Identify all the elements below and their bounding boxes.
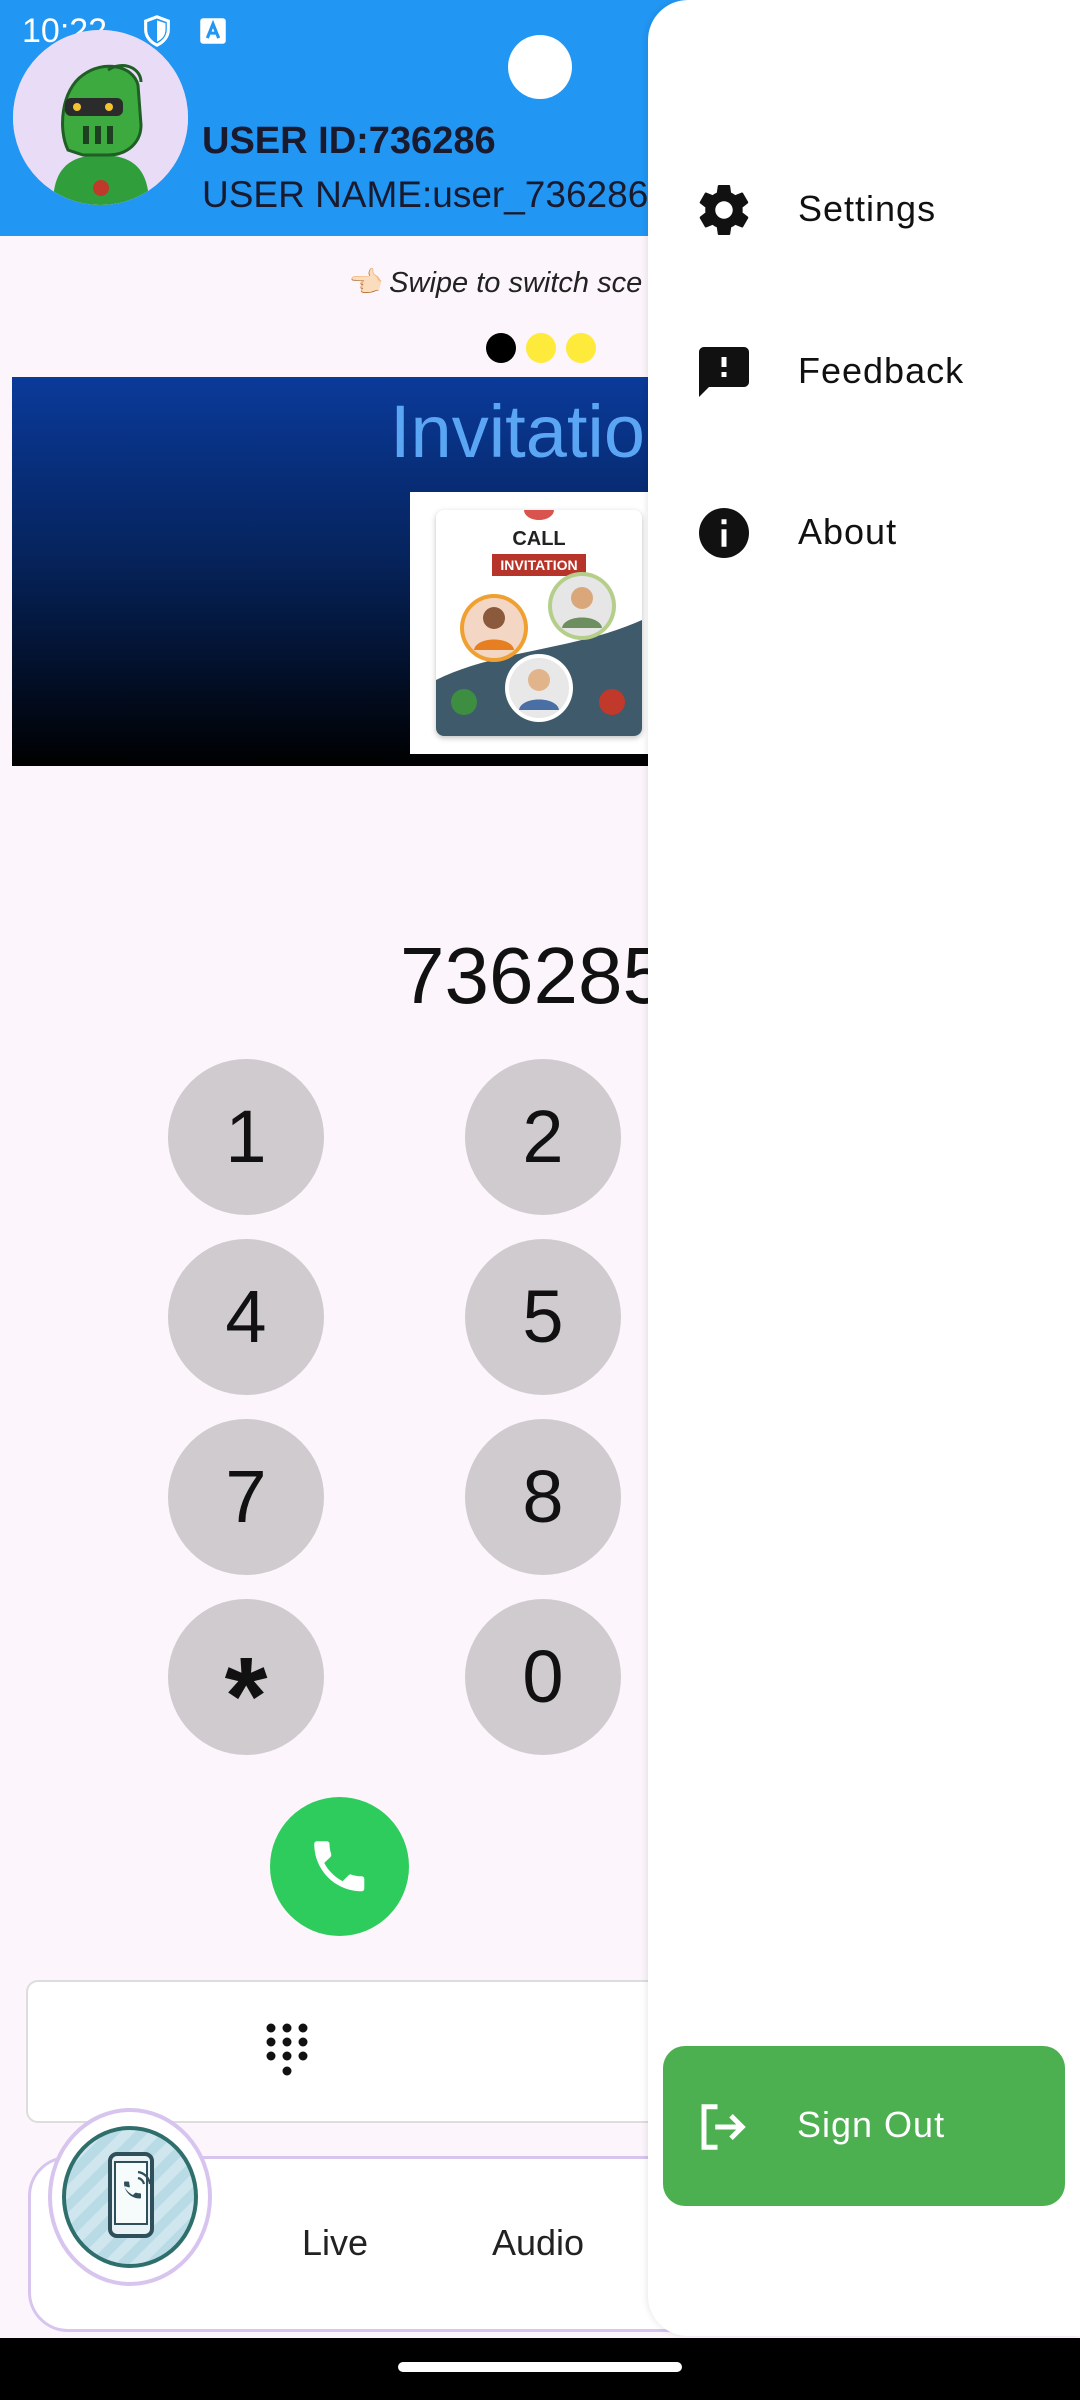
swipe-hint: 👈🏻 Swipe to switch sce	[345, 267, 643, 299]
key-4[interactable]: 4	[168, 1239, 324, 1395]
nav-item-live[interactable]: Live	[302, 2222, 368, 2264]
app-screen: 10:22 USER ID:736286 USER NAME:user_7362…	[0, 0, 1080, 2400]
call-scene-button[interactable]	[48, 2108, 212, 2286]
avatar[interactable]	[13, 30, 188, 205]
camera-cutout	[508, 35, 572, 99]
smartphone-call-icon	[108, 2152, 154, 2238]
gear-icon	[699, 185, 749, 236]
dialpad-icon	[266, 2023, 308, 2076]
key-1[interactable]: 1	[168, 1059, 324, 1215]
people-illustration	[436, 572, 642, 736]
page-indicator-dot[interactable]	[566, 333, 596, 363]
banner-title: Invitatio	[390, 390, 646, 473]
text-a-icon	[200, 18, 226, 44]
sign-out-button[interactable]: Sign Out	[663, 2046, 1065, 2206]
keypad-toggle-bar[interactable]	[26, 1980, 726, 2123]
drawer-item-label: Settings	[798, 188, 937, 229]
feedback-icon	[699, 347, 749, 397]
drawer-item-about[interactable]: About	[648, 473, 1080, 593]
side-drawer: Settings Feedback About Sign Out	[648, 0, 1080, 2336]
info-icon	[699, 508, 749, 558]
key-2[interactable]: 2	[465, 1059, 621, 1215]
logout-icon	[701, 2104, 746, 2150]
phone-icon	[314, 1841, 365, 1892]
drawer-item-settings[interactable]: Settings	[648, 150, 1080, 270]
invitation-card: CALL INVITATION	[436, 510, 642, 736]
robot-avatar-icon	[13, 30, 188, 205]
key-8[interactable]: 8	[465, 1419, 621, 1575]
drawer-item-label: About	[798, 511, 898, 552]
user-id-label: USER ID:736286	[202, 120, 496, 162]
drawer-item-feedback[interactable]: Feedback	[648, 312, 1080, 432]
call-button[interactable]	[270, 1797, 409, 1936]
home-indicator[interactable]	[398, 2362, 682, 2372]
invitation-card-image: CALL INVITATION	[410, 492, 670, 754]
call-scene-icon-bg	[62, 2126, 198, 2268]
invitation-banner[interactable]: Invitatio CALL INVITATION	[12, 377, 712, 766]
page-indicator-dot[interactable]	[486, 333, 516, 363]
key-5[interactable]: 5	[465, 1239, 621, 1395]
key-7[interactable]: 7	[168, 1419, 324, 1575]
page-indicator-dot[interactable]	[526, 333, 556, 363]
drawer-item-label: Feedback	[798, 350, 965, 391]
nav-item-audio[interactable]: Audio	[492, 2222, 584, 2264]
key-0[interactable]: 0	[465, 1599, 621, 1755]
user-name-label: USER NAME:user_736286	[202, 174, 649, 215]
dialed-number: 736285	[400, 931, 667, 1020]
sign-out-label: Sign Out	[797, 2104, 946, 2145]
key-star[interactable]: *	[168, 1599, 324, 1758]
